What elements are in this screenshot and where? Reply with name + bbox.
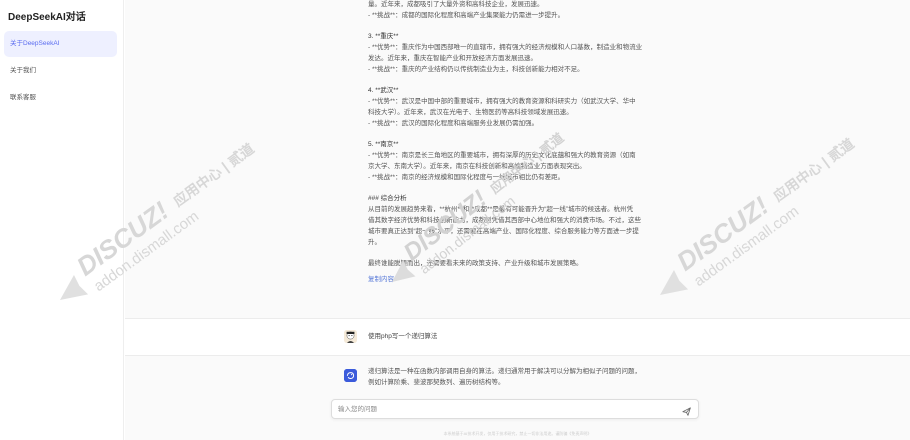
answer-line: - **挑战**：南京的经济规模和国际化程度与一线城市相比仍有差距。 bbox=[368, 173, 565, 181]
answer-line: - **优势**：武汉是中国中部的重要城市，拥有强大的教育资源和科研实力（如武汉… bbox=[368, 98, 636, 106]
answer-line: - **挑战**：成都的国际化程度和高端产业集聚能力仍需进一步提升。 bbox=[368, 11, 565, 19]
answer-line: 城市要真正达到“超一线”水平，还需要在高端产业、国际化程度、综合服务能力等方面进… bbox=[368, 227, 639, 235]
deepseek-logo-icon bbox=[344, 369, 357, 382]
sidebar-item-customer-service[interactable]: 联系客服 bbox=[4, 85, 117, 111]
chat-area: 量。近年来，成都吸引了大量外资和高科技企业，发展迅速。 - **挑战**：成都的… bbox=[125, 0, 910, 440]
answer-line: ### 综合分析 bbox=[368, 195, 407, 203]
answer-line: 最终谁能脱颖而出，还需要看未来的政策支持、产业升级和城市发展策略。 bbox=[368, 260, 583, 268]
answer-line: 科技大学）。近年来，武汉在光电子、生物医药等高科技领域发展迅速。 bbox=[368, 108, 573, 116]
user-message-row bbox=[125, 319, 910, 355]
answer-line: - **优势**：南京是长三角地区的重要城市，拥有深厚的历史文化底蕴和强大的教育… bbox=[368, 152, 636, 160]
question-input[interactable] bbox=[338, 403, 668, 416]
answer-line: 京大学、东南大学）。近年来，南京在科技创新和高端制造业方面表现突出。 bbox=[368, 162, 586, 170]
app-title: DeepSeekAI对话 bbox=[8, 12, 86, 23]
assistant-answer: 量。近年来，成都吸引了大量外资和高科技企业，发展迅速。 - **挑战**：成都的… bbox=[368, 0, 713, 286]
answer-line: 借其数字经济优势和科技创新能力，成都则凭借其西部中心地位和强大的消费市场。不过，… bbox=[368, 216, 641, 224]
reply-line: 例如计算阶乘、斐波那契数列、遍历树结构等。 bbox=[368, 378, 505, 386]
answer-line: 5. **南京** bbox=[368, 141, 399, 149]
answer-line: - **挑战**：武汉的国际化程度和高端服务业发展仍需加强。 bbox=[368, 119, 539, 127]
answer-line: 量。近年来，成都吸引了大量外资和高科技企业，发展迅速。 bbox=[368, 1, 544, 8]
user-message-text: 使用php写一个递归算法 bbox=[368, 333, 438, 340]
sidebar-item-about-deepseekai[interactable]: 关于DeepSeekAI bbox=[4, 31, 117, 57]
footer-disclaimer: 本系统基于AI技术开发，仅用于技术研究，禁止一切非法用途。谨防骗《免责声明》 bbox=[443, 431, 592, 436]
send-icon bbox=[682, 407, 691, 416]
assistant-reply: 递归算法是一种在函数内部调用自身的算法。递归通常用于解决可以分解为相似子问题的问… bbox=[368, 367, 713, 389]
reply-line: 递归算法是一种在函数内部调用自身的算法。递归通常用于解决可以分解为相似子问题的问… bbox=[368, 368, 641, 375]
answer-line: 发达。近年来，重庆在智能产业和开放经济方面发展迅速。 bbox=[368, 54, 537, 62]
send-button[interactable] bbox=[681, 404, 692, 416]
answer-line: 从目前的发展趋势来看，**杭州**和**成都**是最有可能晋升为“超一线”城市的… bbox=[368, 206, 634, 214]
sidebar-item-about-us[interactable]: 关于我们 bbox=[4, 58, 117, 84]
answer-line: 3. **重庆** bbox=[368, 33, 399, 41]
answer-line: - **挑战**：重庆的产业结构仍以传统制造业为主，科技创新能力相对不足。 bbox=[368, 65, 584, 73]
answer-line: - **优势**：重庆作为中国西部唯一的直辖市，拥有强大的经济规模和人口基数，制… bbox=[368, 44, 643, 52]
sidebar: DeepSeekAI对话 关于DeepSeekAI 关于我们 联系客服 bbox=[0, 0, 124, 440]
answer-line: 升。 bbox=[368, 238, 381, 246]
question-input-box bbox=[331, 399, 699, 419]
copy-content-link[interactable]: 复制内容 bbox=[368, 276, 394, 283]
answer-line: 4. **武汉** bbox=[368, 87, 399, 95]
divider bbox=[125, 355, 910, 356]
user-avatar bbox=[344, 330, 357, 343]
